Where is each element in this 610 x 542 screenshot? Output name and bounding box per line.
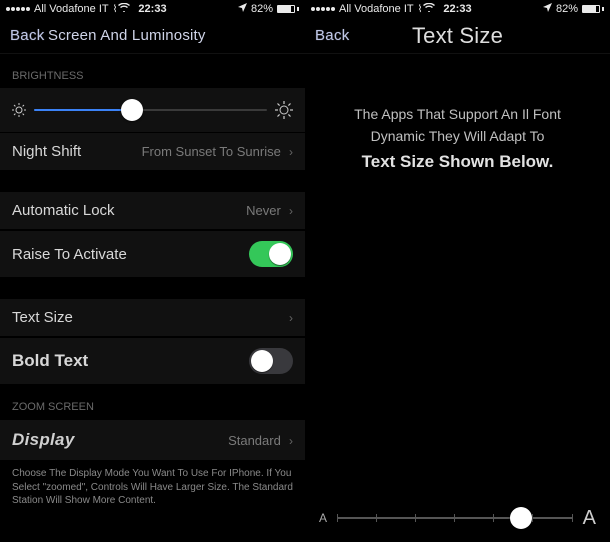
- night-shift-row[interactable]: Night Shift From Sunset To Sunrise ›: [0, 132, 305, 171]
- text-size-slider[interactable]: [337, 506, 573, 530]
- desc-line-2: Dynamic They Will Adapt To: [327, 126, 588, 148]
- page-title: Screen And Luminosity: [0, 27, 305, 44]
- desc-line-1: The Apps That Support An Il Font: [327, 104, 588, 126]
- display-value: Standard: [228, 433, 281, 448]
- bold-text-label: Bold Text: [12, 351, 88, 371]
- location-icon: [238, 3, 247, 15]
- text-size-label: Text Size: [12, 309, 73, 326]
- large-a-icon: A: [583, 507, 596, 530]
- raise-to-activate-toggle[interactable]: [249, 241, 293, 267]
- chevron-right-icon: ›: [289, 145, 293, 159]
- desc-line-3: Text Size Shown Below.: [327, 149, 588, 175]
- signal-icon: [311, 7, 335, 11]
- small-a-icon: A: [319, 511, 327, 525]
- battery-percent: 82%: [556, 3, 578, 15]
- carrier-label: All Vodafone IT: [34, 3, 109, 15]
- zoom-section-label: ZOOM SCREEN: [0, 385, 305, 419]
- bold-text-row: Bold Text: [0, 337, 305, 385]
- battery-icon: [582, 5, 604, 13]
- brightness-slider[interactable]: [34, 98, 267, 122]
- nav-bar: Back Text Size: [305, 18, 610, 54]
- sun-high-icon: [275, 101, 293, 119]
- bold-text-toggle[interactable]: [249, 348, 293, 374]
- night-shift-label: Night Shift: [12, 143, 81, 160]
- wifi-icon: [418, 3, 435, 15]
- status-bar: All Vodafone IT 22:33 82%: [0, 0, 305, 18]
- signal-icon: [6, 7, 30, 11]
- battery-percent: 82%: [251, 3, 273, 15]
- status-bar: All Vodafone IT 22:33 82%: [305, 0, 610, 18]
- night-shift-value: From Sunset To Sunrise: [142, 144, 281, 159]
- text-size-row[interactable]: Text Size ›: [0, 298, 305, 337]
- automatic-lock-value: Never: [246, 203, 281, 218]
- text-size-pane: All Vodafone IT 22:33 82% Back Text Size…: [305, 0, 610, 542]
- chevron-right-icon: ›: [289, 204, 293, 218]
- raise-to-activate-label: Raise To Activate: [12, 246, 127, 263]
- automatic-lock-label: Automatic Lock: [12, 202, 115, 219]
- battery-icon: [277, 5, 299, 13]
- brightness-slider-row: [0, 88, 305, 132]
- text-size-description: The Apps That Support An Il Font Dynamic…: [305, 54, 610, 176]
- nav-bar: Back Screen And Luminosity: [0, 18, 305, 54]
- sun-low-icon: [12, 103, 26, 117]
- display-row[interactable]: Display Standard ›: [0, 419, 305, 461]
- raise-to-activate-row: Raise To Activate: [0, 230, 305, 278]
- page-title: Text Size: [305, 23, 610, 49]
- display-label: Display: [12, 430, 75, 450]
- chevron-right-icon: ›: [289, 311, 293, 325]
- location-icon: [543, 3, 552, 15]
- screen-luminosity-pane: All Vodafone IT 22:33 82% Back Screen An…: [0, 0, 305, 542]
- wifi-icon: [113, 3, 130, 15]
- text-size-slider-row: A A: [305, 506, 610, 530]
- brightness-section-label: BRIGHTNESS: [0, 54, 305, 88]
- automatic-lock-row[interactable]: Automatic Lock Never ›: [0, 191, 305, 230]
- carrier-label: All Vodafone IT: [339, 3, 414, 15]
- display-footer-note: Choose The Display Mode You Want To Use …: [0, 461, 305, 516]
- chevron-right-icon: ›: [289, 434, 293, 448]
